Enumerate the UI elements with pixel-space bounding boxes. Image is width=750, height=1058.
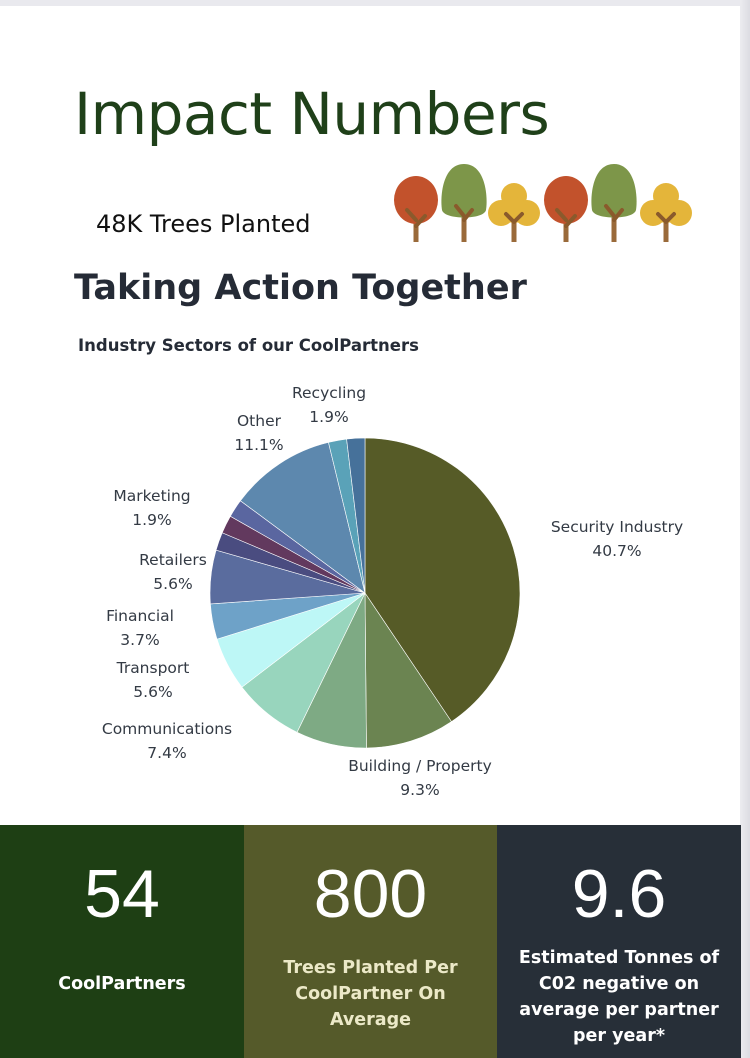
- pie-label-name: Security Industry: [551, 518, 683, 536]
- pie-label-value: 11.1%: [234, 436, 283, 454]
- yellow-tree-icon: [640, 183, 692, 242]
- pie-label-name: Communications: [102, 720, 232, 738]
- stat-label: Estimated Tonnes of C02 negative on aver…: [518, 948, 720, 1046]
- pie-label-value: 3.7%: [120, 631, 159, 649]
- pie-label-name: Financial: [106, 607, 174, 625]
- stat-card-trees-per-partner: 800 Trees Planted Per CoolPartner On Ave…: [244, 825, 497, 1058]
- section-subtitle: Taking Action Together: [74, 268, 527, 308]
- trees-illustration: [394, 164, 692, 242]
- stat-value: 800: [313, 856, 428, 932]
- green-tree-icon: [441, 164, 487, 242]
- pie-label-value: 1.9%: [132, 511, 171, 529]
- trees-planted-count: 48K Trees Planted: [96, 210, 311, 238]
- stat-label: CoolPartners: [58, 974, 186, 994]
- stat-value: 54: [84, 856, 160, 932]
- pie-label-value: 9.3%: [400, 781, 439, 799]
- chart-title: Industry Sectors of our CoolPartners: [78, 336, 419, 355]
- pie-label-value: 40.7%: [592, 542, 641, 560]
- stat-value: 9.6: [571, 856, 667, 932]
- industry-sectors-pie-chart: Security Industry 40.7% Building / Propert…: [102, 384, 683, 799]
- stat-label: Trees Planted Per CoolPartner On Average: [283, 958, 458, 1030]
- pie-label-name: Retailers: [139, 551, 207, 569]
- orange-tree-icon: [544, 176, 588, 242]
- pie-label-value: 1.9%: [309, 408, 348, 426]
- pie-label-value: 7.4%: [147, 744, 186, 762]
- orange-tree-icon: [394, 176, 438, 242]
- pie-label-name: Building / Property: [348, 757, 492, 775]
- pie-label-name: Recycling: [292, 384, 366, 402]
- pie-label-name: Other: [237, 412, 282, 430]
- green-tree-icon: [591, 164, 637, 242]
- yellow-tree-icon: [488, 183, 540, 242]
- page-title: Impact Numbers: [74, 80, 550, 148]
- pie-label-value: 5.6%: [133, 683, 172, 701]
- right-frame-edge: [740, 0, 750, 1058]
- pie-label-name: Marketing: [113, 487, 190, 505]
- top-frame-edge: [0, 0, 750, 6]
- stat-card-partners: 54 CoolPartners: [0, 825, 244, 1058]
- stat-card-co2-negative: 9.6 Estimated Tonnes of C02 negative on …: [497, 825, 741, 1058]
- pie-label-name: Transport: [116, 659, 190, 677]
- pie-label-value: 5.6%: [153, 575, 192, 593]
